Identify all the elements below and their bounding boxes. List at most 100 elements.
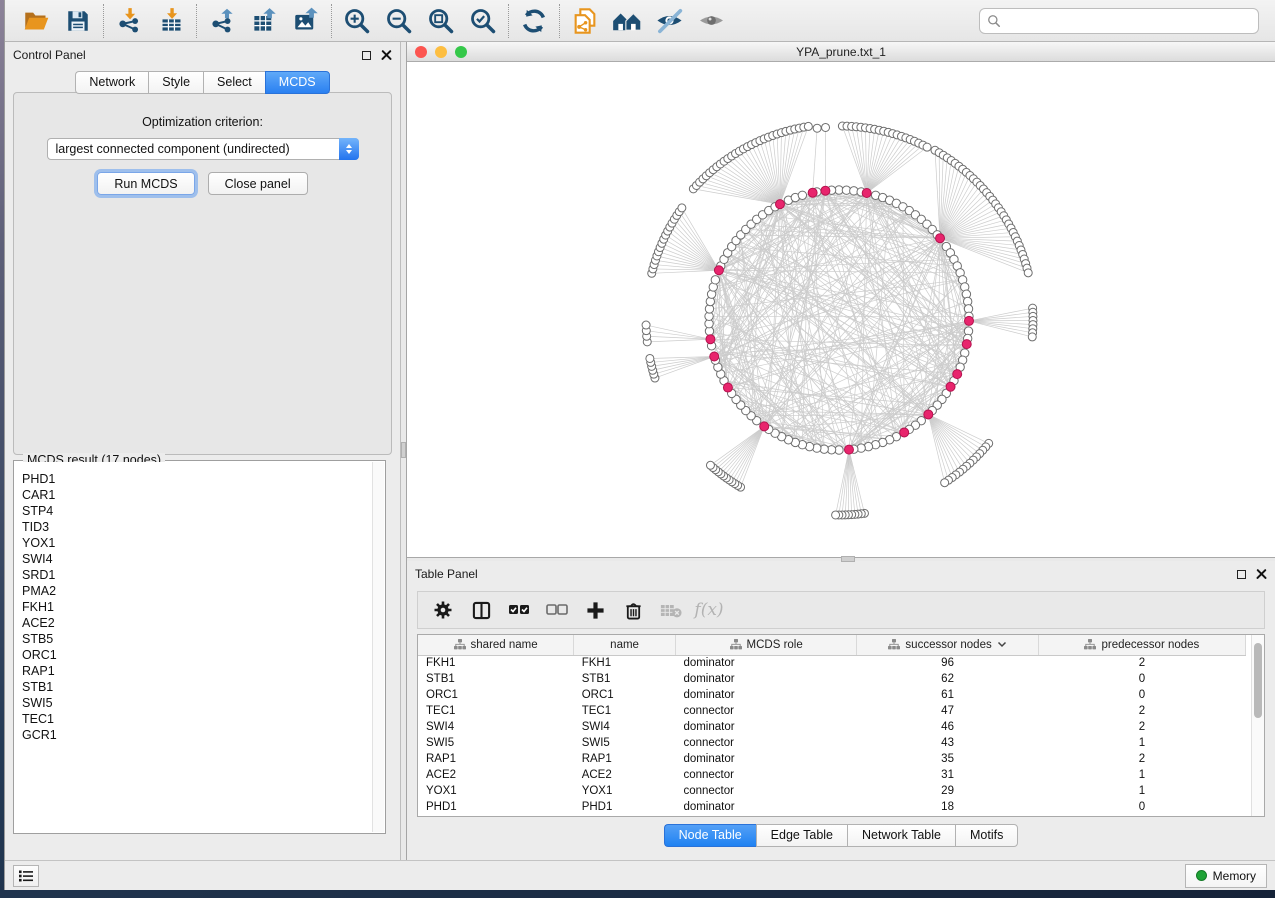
- table-cell[interactable]: 0: [1038, 799, 1245, 815]
- mcds-hub-node[interactable]: [962, 340, 971, 349]
- table-cell[interactable]: dominator: [675, 719, 856, 735]
- zoom-selected-button[interactable]: [462, 3, 504, 39]
- zoom-in-button[interactable]: [336, 3, 378, 39]
- mcds-hub-node[interactable]: [760, 422, 769, 431]
- table-cell[interactable]: FKH1: [418, 655, 574, 671]
- mcds-hub-node[interactable]: [862, 188, 871, 197]
- table-cell[interactable]: 18: [857, 799, 1038, 815]
- table-row[interactable]: YOX1YOX1connector291: [418, 783, 1246, 799]
- add-column-button[interactable]: [578, 595, 612, 625]
- mcds-result-item[interactable]: ORC1: [22, 647, 384, 663]
- column-header-shared-name[interactable]: shared name: [418, 635, 574, 655]
- table-cell[interactable]: ACE2: [574, 767, 676, 783]
- network-node[interactable]: [678, 204, 686, 212]
- table-scrollbar[interactable]: [1251, 635, 1264, 816]
- mcds-result-item[interactable]: ACE2: [22, 615, 384, 631]
- table-cell[interactable]: 31: [857, 767, 1038, 783]
- table-row[interactable]: RAP1RAP1dominator352: [418, 751, 1246, 767]
- zoom-out-button[interactable]: [378, 3, 420, 39]
- table-cell[interactable]: SWI4: [574, 719, 676, 735]
- mcds-hub-node[interactable]: [714, 266, 723, 275]
- network-node[interactable]: [822, 123, 830, 131]
- table-cell[interactable]: FKH1: [574, 655, 676, 671]
- mcds-hub-node[interactable]: [844, 445, 853, 454]
- network-node[interactable]: [923, 143, 931, 151]
- table-cell[interactable]: 0: [1038, 687, 1245, 703]
- import-network-button[interactable]: [108, 3, 150, 39]
- table-cell[interactable]: SWI5: [418, 735, 574, 751]
- table-cell[interactable]: ORC1: [418, 687, 574, 703]
- mcds-result-item[interactable]: YOX1: [22, 535, 384, 551]
- close-panel-icon[interactable]: [1256, 569, 1267, 580]
- show-columns-button[interactable]: [464, 595, 498, 625]
- table-cell[interactable]: PHD1: [574, 799, 676, 815]
- function-builder-button[interactable]: f(x): [692, 595, 726, 625]
- table-cell[interactable]: RAP1: [574, 751, 676, 767]
- network-graph[interactable]: [407, 62, 1274, 558]
- network-node[interactable]: [804, 122, 812, 130]
- table-cell[interactable]: 96: [857, 655, 1038, 671]
- mcds-result-item[interactable]: PHD1: [22, 471, 384, 487]
- mcds-hub-node[interactable]: [710, 352, 719, 361]
- mcds-result-item[interactable]: SWI4: [22, 551, 384, 567]
- optimization-criterion-select[interactable]: largest connected component (undirected): [47, 138, 359, 160]
- column-header-name[interactable]: name: [574, 635, 676, 655]
- table-cell[interactable]: 1: [1038, 767, 1245, 783]
- vertical-splitter[interactable]: [400, 42, 407, 860]
- table-row[interactable]: PHD1PHD1dominator180: [418, 799, 1246, 815]
- save-session-button[interactable]: [57, 3, 99, 39]
- table-cell[interactable]: 1: [1038, 735, 1245, 751]
- network-node[interactable]: [813, 124, 821, 132]
- table-cell[interactable]: YOX1: [418, 783, 574, 799]
- search-field[interactable]: [979, 8, 1259, 34]
- mcds-hub-node[interactable]: [964, 316, 973, 325]
- table-cell[interactable]: ACE2: [418, 767, 574, 783]
- table-cell[interactable]: ORC1: [574, 687, 676, 703]
- table-row[interactable]: FKH1FKH1dominator962: [418, 655, 1246, 671]
- mcds-result-item[interactable]: STP4: [22, 503, 384, 519]
- table-cell[interactable]: TEC1: [418, 703, 574, 719]
- memory-button[interactable]: Memory: [1185, 864, 1267, 888]
- mcds-hub-node[interactable]: [924, 410, 933, 419]
- table-cell[interactable]: RAP1: [418, 751, 574, 767]
- table-mode-button[interactable]: [426, 595, 460, 625]
- mcds-result-item[interactable]: CAR1: [22, 487, 384, 503]
- table-cell[interactable]: connector: [675, 767, 856, 783]
- mcds-result-item[interactable]: PMA2: [22, 583, 384, 599]
- tab-network-table[interactable]: Network Table: [847, 824, 955, 847]
- mcds-result-item[interactable]: SRD1: [22, 567, 384, 583]
- mcds-hub-node[interactable]: [706, 335, 715, 344]
- network-node[interactable]: [832, 511, 840, 519]
- splitter-handle[interactable]: [401, 442, 406, 458]
- table-cell[interactable]: 46: [857, 719, 1038, 735]
- table-row[interactable]: SWI5SWI5connector431: [418, 735, 1246, 751]
- export-image-button[interactable]: [285, 3, 327, 39]
- delete-table-button[interactable]: [654, 595, 688, 625]
- table-cell[interactable]: connector: [675, 783, 856, 799]
- float-panel-icon[interactable]: [1237, 570, 1246, 579]
- table-cell[interactable]: dominator: [675, 671, 856, 687]
- table-cell[interactable]: 43: [857, 735, 1038, 751]
- mcds-result-list[interactable]: PHD1CAR1STP4TID3YOX1SWI4SRD1PMA2FKH1ACE2…: [15, 462, 384, 832]
- table-cell[interactable]: 61: [857, 687, 1038, 703]
- export-network-button[interactable]: [201, 3, 243, 39]
- table-cell[interactable]: connector: [675, 703, 856, 719]
- show-all-button[interactable]: [690, 3, 732, 39]
- table-cell[interactable]: 29: [857, 783, 1038, 799]
- export-table-button[interactable]: [243, 3, 285, 39]
- table-row[interactable]: ACE2ACE2connector311: [418, 767, 1246, 783]
- table-cell[interactable]: 47: [857, 703, 1038, 719]
- mcds-list-scrollbar[interactable]: [372, 462, 384, 832]
- mcds-hub-node[interactable]: [775, 200, 784, 209]
- float-panel-icon[interactable]: [362, 51, 371, 60]
- delete-column-button[interactable]: [616, 595, 650, 625]
- table-cell[interactable]: dominator: [675, 687, 856, 703]
- horizontal-splitter[interactable]: [407, 558, 1275, 561]
- network-node[interactable]: [1028, 333, 1036, 341]
- mcds-result-item[interactable]: SWI5: [22, 695, 384, 711]
- table-cell[interactable]: 1: [1038, 783, 1245, 799]
- first-neighbors-button[interactable]: [606, 3, 648, 39]
- network-node[interactable]: [798, 191, 806, 199]
- network-node[interactable]: [1024, 269, 1032, 277]
- search-input[interactable]: [1006, 14, 1251, 28]
